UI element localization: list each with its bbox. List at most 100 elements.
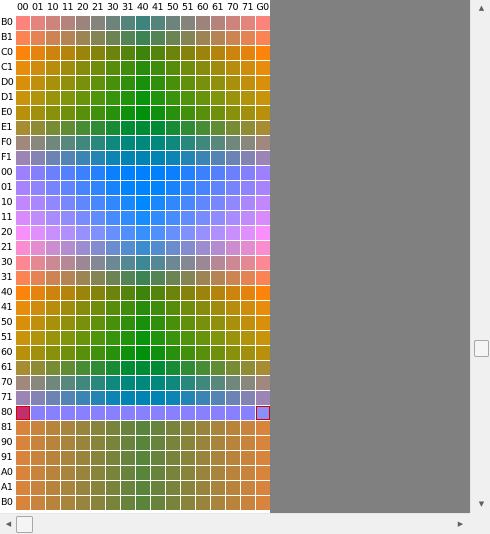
color-cell[interactable]	[181, 331, 195, 345]
color-cell[interactable]	[226, 301, 240, 315]
color-cell[interactable]	[151, 331, 165, 345]
color-cell[interactable]	[136, 241, 150, 255]
color-cell[interactable]	[196, 106, 210, 120]
color-cell[interactable]	[166, 316, 180, 330]
color-cell[interactable]	[16, 391, 30, 405]
horizontal-scrollbar[interactable]: ◀ ▶	[0, 513, 470, 534]
color-cell[interactable]	[91, 46, 105, 60]
color-cell[interactable]	[16, 331, 30, 345]
color-cell[interactable]	[211, 376, 225, 390]
color-cell[interactable]	[106, 496, 120, 510]
color-cell[interactable]	[91, 61, 105, 75]
color-cell[interactable]	[151, 151, 165, 165]
color-cell[interactable]	[196, 211, 210, 225]
color-cell[interactable]	[196, 196, 210, 210]
color-cell[interactable]	[196, 31, 210, 45]
color-cell[interactable]	[136, 466, 150, 480]
color-cell[interactable]	[196, 346, 210, 360]
color-cell[interactable]	[136, 61, 150, 75]
color-cell[interactable]	[211, 151, 225, 165]
color-cell[interactable]	[136, 376, 150, 390]
color-cell[interactable]	[61, 331, 75, 345]
color-cell[interactable]	[46, 391, 60, 405]
color-cell[interactable]	[76, 31, 90, 45]
color-cell[interactable]	[166, 271, 180, 285]
color-cell[interactable]	[46, 256, 60, 270]
color-cell[interactable]	[31, 226, 45, 240]
color-cell[interactable]	[106, 436, 120, 450]
color-cell[interactable]	[91, 346, 105, 360]
color-cell[interactable]	[106, 346, 120, 360]
color-cell[interactable]	[166, 496, 180, 510]
color-cell[interactable]	[91, 406, 105, 420]
color-cell[interactable]	[196, 406, 210, 420]
color-cell[interactable]	[31, 166, 45, 180]
color-cell[interactable]	[46, 136, 60, 150]
color-cell[interactable]	[181, 271, 195, 285]
color-cell[interactable]	[106, 121, 120, 135]
color-cell[interactable]	[121, 346, 135, 360]
color-cell[interactable]	[181, 166, 195, 180]
color-cell[interactable]	[136, 76, 150, 90]
color-cell[interactable]	[151, 466, 165, 480]
color-cell[interactable]	[91, 106, 105, 120]
color-cell[interactable]	[121, 91, 135, 105]
color-cell[interactable]	[106, 136, 120, 150]
color-cell[interactable]	[76, 136, 90, 150]
color-cell[interactable]	[211, 406, 225, 420]
color-cell[interactable]	[166, 286, 180, 300]
color-cell[interactable]	[151, 421, 165, 435]
color-cell[interactable]	[136, 136, 150, 150]
color-cell[interactable]	[151, 91, 165, 105]
color-cell[interactable]	[76, 46, 90, 60]
color-cell[interactable]	[61, 496, 75, 510]
color-cell[interactable]	[181, 31, 195, 45]
color-cell[interactable]	[61, 271, 75, 285]
color-cell[interactable]	[61, 346, 75, 360]
color-cell[interactable]	[16, 106, 30, 120]
color-cell[interactable]	[91, 316, 105, 330]
color-cell[interactable]	[31, 211, 45, 225]
color-cell[interactable]	[241, 106, 255, 120]
color-cell[interactable]	[196, 241, 210, 255]
color-cell[interactable]	[211, 271, 225, 285]
color-cell[interactable]	[121, 256, 135, 270]
color-cell[interactable]	[226, 226, 240, 240]
color-cell[interactable]	[61, 391, 75, 405]
color-cell[interactable]	[241, 166, 255, 180]
color-cell[interactable]	[91, 361, 105, 375]
color-cell[interactable]	[106, 421, 120, 435]
color-cell[interactable]	[211, 331, 225, 345]
color-cell[interactable]	[166, 421, 180, 435]
color-cell[interactable]	[121, 286, 135, 300]
color-cell[interactable]	[106, 451, 120, 465]
color-cell[interactable]	[61, 106, 75, 120]
color-cell[interactable]	[76, 121, 90, 135]
color-cell[interactable]	[121, 451, 135, 465]
color-cell[interactable]	[106, 316, 120, 330]
color-cell[interactable]	[181, 241, 195, 255]
color-cell[interactable]	[46, 361, 60, 375]
color-cell[interactable]	[256, 466, 270, 480]
color-cell[interactable]	[61, 136, 75, 150]
color-cell[interactable]	[151, 406, 165, 420]
color-cell[interactable]	[106, 391, 120, 405]
color-cell[interactable]	[181, 211, 195, 225]
color-cell[interactable]	[211, 301, 225, 315]
color-cell[interactable]	[106, 361, 120, 375]
color-cell[interactable]	[46, 226, 60, 240]
color-cell[interactable]	[241, 256, 255, 270]
scroll-right-button[interactable]: ▶	[452, 516, 469, 533]
color-cell[interactable]	[241, 16, 255, 30]
color-cell[interactable]	[211, 91, 225, 105]
color-cell[interactable]	[61, 376, 75, 390]
color-cell[interactable]	[181, 346, 195, 360]
color-cell[interactable]	[91, 76, 105, 90]
color-cell[interactable]	[76, 196, 90, 210]
color-cell[interactable]	[91, 121, 105, 135]
color-cell[interactable]	[46, 481, 60, 495]
color-cell[interactable]	[256, 316, 270, 330]
color-cell[interactable]	[226, 316, 240, 330]
color-cell[interactable]	[91, 151, 105, 165]
color-cell[interactable]	[196, 436, 210, 450]
